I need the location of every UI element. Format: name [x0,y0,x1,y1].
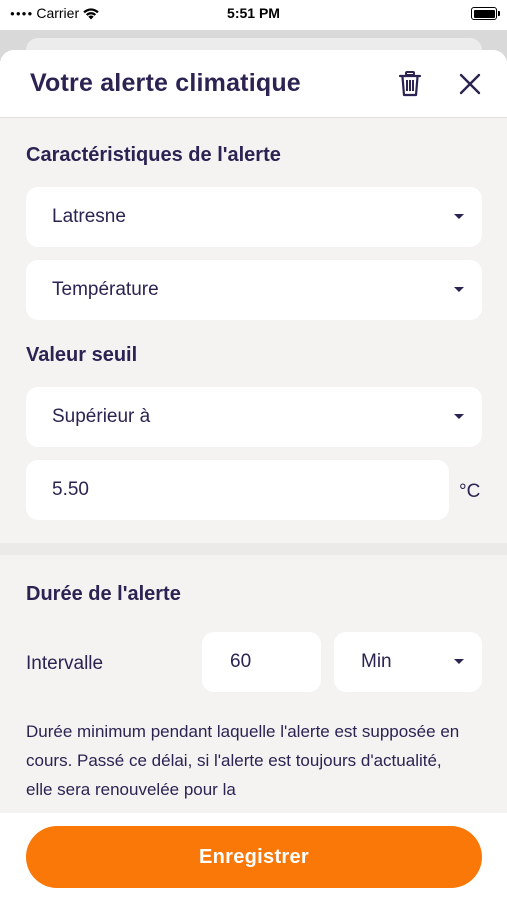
page-title: Votre alerte climatique [30,69,301,97]
location-value: Latresne [52,206,126,227]
chevron-down-icon [454,414,464,419]
chevron-down-icon [454,214,464,219]
duration-description: Durée minimum pendant laquelle l'alerte … [26,722,460,799]
characteristics-title: Caractéristiques de l'alerte [26,144,281,166]
chevron-down-icon [454,659,464,664]
status-time: 5:51 PM [227,5,280,21]
threshold-value-input[interactable]: 5.50 [26,460,449,520]
close-button[interactable] [453,67,487,101]
duration-title: Durée de l'alerte [26,583,181,605]
interval-value: 60 [230,651,252,672]
comparator-select[interactable]: Supérieur à [26,387,482,447]
comparator-value: Supérieur à [52,406,151,427]
save-button[interactable]: Enregistrer [26,826,482,888]
metric-select[interactable]: Température [26,260,482,320]
threshold-unit: °C [459,481,481,502]
section-divider [0,543,507,555]
battery-icon [471,7,500,20]
close-icon [459,73,481,95]
interval-unit-select[interactable]: Min [334,632,482,692]
trash-icon [399,71,421,97]
threshold-value: 5.50 [52,479,89,500]
chevron-down-icon [454,287,464,292]
interval-label: Intervalle [26,653,104,674]
footer: Enregistrer [0,813,507,900]
status-bar: ●●●● Carrier 5:51 PM [0,0,507,30]
location-select[interactable]: Latresne [26,187,482,247]
alert-sheet: Votre alerte climatique Caractéristiques… [0,50,507,900]
interval-input[interactable]: 60 [202,632,321,692]
sheet-header: Votre alerte climatique [0,50,507,118]
metric-value: Température [52,279,159,300]
threshold-title: Valeur seuil [26,344,138,366]
delete-button[interactable] [393,67,427,101]
interval-unit-value: Min [361,651,392,672]
